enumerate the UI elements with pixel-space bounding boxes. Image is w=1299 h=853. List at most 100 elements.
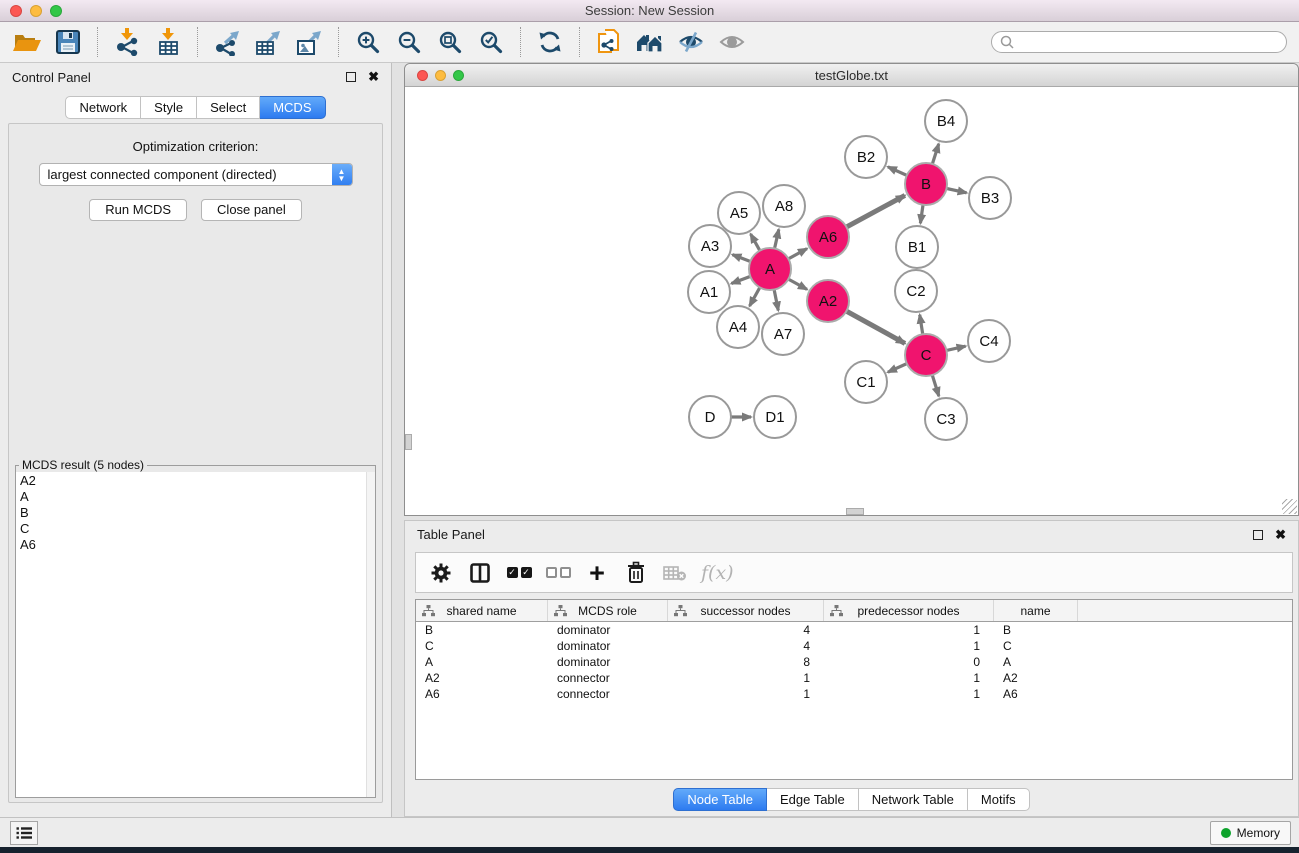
network-hscroll-thumb[interactable]: [846, 508, 864, 515]
task-history-button[interactable]: [10, 821, 38, 845]
zoom-selected-button[interactable]: [474, 26, 508, 58]
table-cell[interactable]: 0: [824, 655, 994, 669]
close-table-panel-icon[interactable]: ✖: [1275, 530, 1286, 540]
mcds-result-list[interactable]: A2ABCA6: [16, 472, 375, 797]
network-node-A3[interactable]: A3: [689, 225, 731, 267]
network-node-D1[interactable]: D1: [754, 396, 796, 438]
table-cell[interactable]: 4: [668, 639, 824, 653]
zoom-network-button[interactable]: [453, 70, 464, 81]
add-column-icon[interactable]: +: [584, 558, 610, 588]
clone-network-button[interactable]: [592, 26, 626, 58]
table-cell[interactable]: A: [994, 655, 1078, 669]
zoom-window-button[interactable]: [50, 5, 62, 17]
minimize-network-button[interactable]: [435, 70, 446, 81]
close-network-button[interactable]: [417, 70, 428, 81]
export-table-button[interactable]: [251, 26, 285, 58]
import-table-button[interactable]: [151, 26, 185, 58]
tab-motifs[interactable]: Motifs: [968, 788, 1030, 811]
show-hidden-button[interactable]: [715, 26, 749, 58]
search-field[interactable]: [991, 31, 1287, 53]
minimize-window-button[interactable]: [30, 5, 42, 17]
table-cell[interactable]: 1: [668, 671, 824, 685]
network-node-B4[interactable]: B4: [925, 100, 967, 142]
table-cell[interactable]: 4: [668, 623, 824, 637]
network-node-A8[interactable]: A8: [763, 185, 805, 227]
network-node-D[interactable]: D: [689, 396, 731, 438]
memory-button[interactable]: Memory: [1210, 821, 1291, 845]
network-node-C[interactable]: C: [905, 334, 947, 376]
table-cell[interactable]: connector: [548, 687, 668, 701]
zoom-out-button[interactable]: [392, 26, 426, 58]
table-row-C[interactable]: Cdominator41C: [416, 638, 1292, 654]
network-graph[interactable]: B4B2BB3A5A8A6A3B1AA1C2A2A4A7C4CC1C3DD1: [405, 87, 1298, 515]
hide-selected-button[interactable]: [674, 26, 708, 58]
mcds-result-item[interactable]: A2: [20, 473, 375, 489]
mcds-result-item[interactable]: C: [20, 521, 375, 537]
criterion-select[interactable]: largest connected component (directed) ▲…: [39, 163, 353, 186]
table-cell[interactable]: dominator: [548, 639, 668, 653]
tab-network[interactable]: Network: [65, 96, 141, 119]
table-cell[interactable]: 1: [824, 639, 994, 653]
network-node-A7[interactable]: A7: [762, 313, 804, 355]
mcds-result-item[interactable]: A: [20, 489, 375, 505]
tab-mcds[interactable]: MCDS: [260, 96, 325, 119]
network-node-B[interactable]: B: [905, 163, 947, 205]
network-node-C3[interactable]: C3: [925, 398, 967, 440]
apply-layout-button[interactable]: [533, 26, 567, 58]
close-window-button[interactable]: [10, 5, 22, 17]
tab-style[interactable]: Style: [141, 96, 197, 119]
deselect-all-icon[interactable]: [545, 558, 571, 588]
table-cell[interactable]: 1: [824, 687, 994, 701]
close-panel-icon[interactable]: ✖: [368, 72, 379, 82]
network-node-B2[interactable]: B2: [845, 136, 887, 178]
tab-network-table[interactable]: Network Table: [859, 788, 968, 811]
network-node-A1[interactable]: A1: [688, 271, 730, 313]
network-node-A2[interactable]: A2: [807, 280, 849, 322]
resize-grip[interactable]: [1282, 499, 1297, 514]
table-row-B[interactable]: Bdominator41B: [416, 622, 1292, 638]
network-vscroll-thumb[interactable]: [405, 434, 412, 450]
table-cell[interactable]: dominator: [548, 623, 668, 637]
zoom-in-button[interactable]: [351, 26, 385, 58]
scrollbar-gutter[interactable]: [366, 472, 375, 797]
mcds-result-item[interactable]: B: [20, 505, 375, 521]
network-node-A[interactable]: A: [749, 248, 791, 290]
delete-column-icon[interactable]: [623, 558, 649, 588]
import-network-button[interactable]: [110, 26, 144, 58]
table-cell[interactable]: C: [994, 639, 1078, 653]
table-cell[interactable]: dominator: [548, 655, 668, 669]
table-cell[interactable]: C: [416, 639, 548, 653]
save-session-button[interactable]: [51, 26, 85, 58]
tab-node-table[interactable]: Node Table: [673, 788, 767, 811]
network-node-B3[interactable]: B3: [969, 177, 1011, 219]
export-image-button[interactable]: [292, 26, 326, 58]
table-cell[interactable]: B: [416, 623, 548, 637]
column-layout-icon[interactable]: [467, 558, 493, 588]
column-header-shared-name[interactable]: shared name: [416, 600, 548, 621]
show-all-networks-button[interactable]: [633, 26, 667, 58]
table-cell[interactable]: A: [416, 655, 548, 669]
network-node-C1[interactable]: C1: [845, 361, 887, 403]
network-node-B1[interactable]: B1: [896, 226, 938, 268]
close-panel-button[interactable]: Close panel: [201, 199, 302, 221]
table-row-A[interactable]: Adominator80A: [416, 654, 1292, 670]
column-header-name[interactable]: name: [994, 600, 1078, 621]
search-input[interactable]: [1019, 35, 1278, 49]
table-cell[interactable]: 1: [824, 623, 994, 637]
table-cell[interactable]: connector: [548, 671, 668, 685]
select-all-icon[interactable]: ✓✓: [506, 558, 532, 588]
tab-select[interactable]: Select: [197, 96, 260, 119]
table-cell[interactable]: A6: [416, 687, 548, 701]
network-node-C2[interactable]: C2: [895, 270, 937, 312]
table-cell[interactable]: A6: [994, 687, 1078, 701]
zoom-fit-button[interactable]: [433, 26, 467, 58]
table-row-A2[interactable]: A2connector11A2: [416, 670, 1292, 686]
column-header-predecessor-nodes[interactable]: predecessor nodes: [824, 600, 994, 621]
network-node-A6[interactable]: A6: [807, 216, 849, 258]
table-cell[interactable]: A2: [994, 671, 1078, 685]
column-header-MCDS-role[interactable]: MCDS role: [548, 600, 668, 621]
settings-gear-icon[interactable]: [428, 558, 454, 588]
network-node-A5[interactable]: A5: [718, 192, 760, 234]
table-row-A6[interactable]: A6connector11A6: [416, 686, 1292, 702]
network-node-C4[interactable]: C4: [968, 320, 1010, 362]
